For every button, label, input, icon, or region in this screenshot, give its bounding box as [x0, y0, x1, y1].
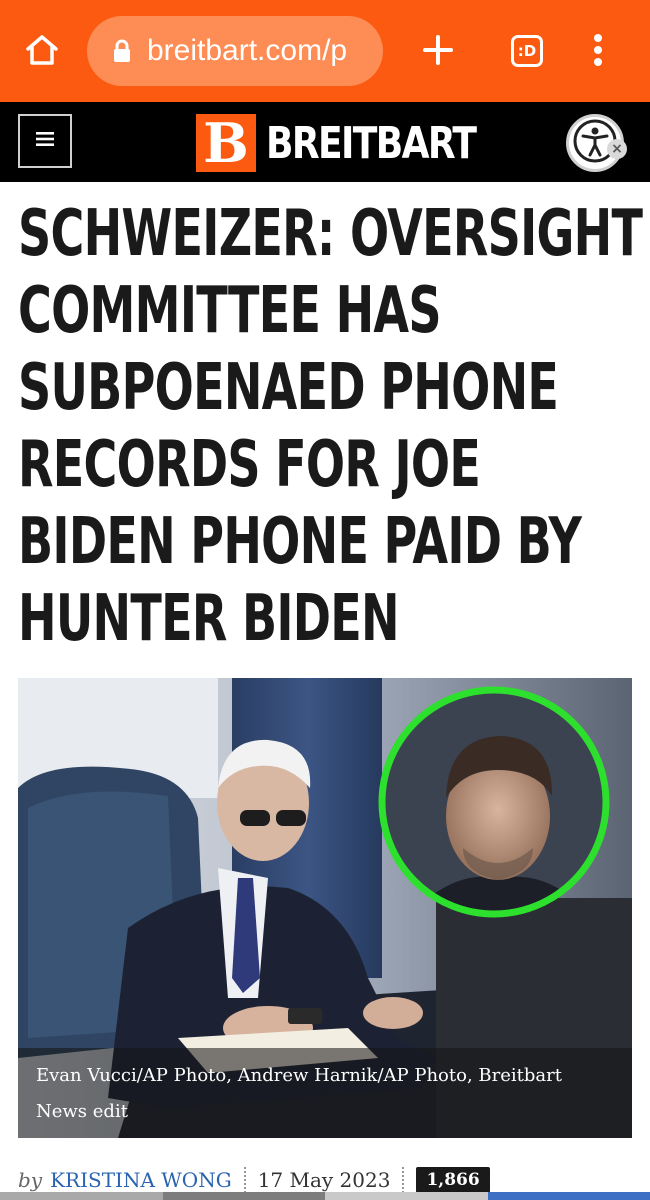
author-link[interactable]: KRISTINA WONG	[50, 1168, 232, 1192]
site-logo[interactable]: B BREITBART	[196, 114, 521, 172]
home-button[interactable]	[18, 28, 66, 76]
home-icon	[23, 31, 61, 74]
divider	[243, 1167, 246, 1193]
tabs-icon: :D	[511, 35, 543, 67]
logo-text: BREITBART	[266, 117, 477, 169]
publish-date: 17 May 2023	[257, 1168, 391, 1192]
browser-toolbar: breitbart.com/p :D	[0, 0, 650, 102]
tab-switcher-button[interactable]: :D	[506, 30, 548, 72]
address-bar[interactable]: breitbart.com/p	[87, 16, 383, 86]
lock-icon	[111, 38, 133, 64]
new-tab-button[interactable]	[412, 26, 464, 78]
byline-by: by	[18, 1168, 43, 1192]
more-vert-icon	[593, 33, 603, 72]
bottom-color-strip	[0, 1192, 650, 1200]
headline-line: SCHWEIZER: OVERSIGHT	[18, 197, 643, 271]
headline-line: BIDEN PHONE PAID BY	[18, 505, 582, 579]
plus-icon	[422, 34, 454, 71]
headline-line: HUNTER BIDEN	[18, 582, 400, 656]
browser-menu-button[interactable]	[578, 28, 618, 76]
photo-caption: Evan Vucci/AP Photo, Andrew Harnik/AP Ph…	[18, 1048, 632, 1138]
headline-line: RECORDS FOR JOE	[18, 428, 481, 502]
article-headline: SCHWEIZER: OVERSIGHT COMMITTEE HAS SUBPO…	[18, 196, 644, 658]
photo-caption-line: Evan Vucci/AP Photo, Andrew Harnik/AP Ph…	[36, 1065, 562, 1086]
hamburger-icon	[36, 131, 54, 151]
headline-line: SUBPOENAED PHONE	[18, 351, 559, 425]
divider	[402, 1167, 405, 1193]
article-photo[interactable]: Evan Vucci/AP Photo, Andrew Harnik/AP Ph…	[18, 678, 632, 1138]
comments-count-badge[interactable]: 1,866	[416, 1167, 490, 1193]
close-icon[interactable]: ×	[607, 139, 627, 159]
url-text: breitbart.com/p	[147, 34, 348, 67]
accessibility-button[interactable]: ×	[566, 114, 627, 172]
photo-caption-line: News edit	[36, 1101, 128, 1122]
headline-line: COMMITTEE HAS	[18, 274, 442, 348]
logo-mark: B	[196, 114, 256, 172]
site-menu-button[interactable]	[18, 114, 72, 168]
site-header: B BREITBART	[0, 102, 650, 182]
